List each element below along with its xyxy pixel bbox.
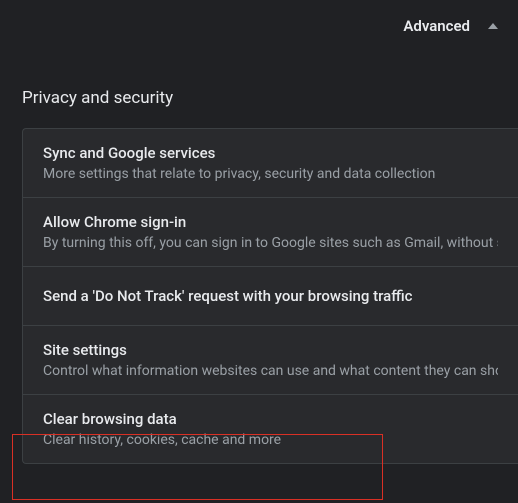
row-allow-chrome-signin[interactable]: Allow Chrome sign-in By turning this off… bbox=[23, 198, 518, 267]
row-title: Site settings bbox=[43, 341, 498, 359]
row-title: Clear browsing data bbox=[43, 410, 498, 428]
row-desc: More settings that relate to privacy, se… bbox=[43, 166, 498, 182]
row-desc: Clear history, cookies, cache and more bbox=[43, 432, 498, 448]
row-desc: Control what information websites can us… bbox=[43, 363, 498, 379]
row-sync-google-services[interactable]: Sync and Google services More settings t… bbox=[23, 129, 518, 198]
advanced-section-toggle[interactable]: Advanced bbox=[0, 0, 518, 52]
chevron-up-icon bbox=[488, 23, 498, 29]
row-title: Sync and Google services bbox=[43, 144, 498, 162]
row-do-not-track[interactable]: Send a 'Do Not Track' request with your … bbox=[23, 267, 518, 326]
row-clear-browsing-data[interactable]: Clear browsing data Clear history, cooki… bbox=[23, 395, 518, 463]
section-title-privacy: Privacy and security bbox=[0, 52, 518, 128]
row-title: Allow Chrome sign-in bbox=[43, 213, 498, 231]
row-desc: By turning this off, you can sign in to … bbox=[43, 235, 498, 251]
row-title: Send a 'Do Not Track' request with your … bbox=[43, 287, 498, 305]
privacy-settings-group: Sync and Google services More settings t… bbox=[22, 128, 518, 464]
advanced-label: Advanced bbox=[403, 17, 470, 35]
row-site-settings[interactable]: Site settings Control what information w… bbox=[23, 326, 518, 395]
